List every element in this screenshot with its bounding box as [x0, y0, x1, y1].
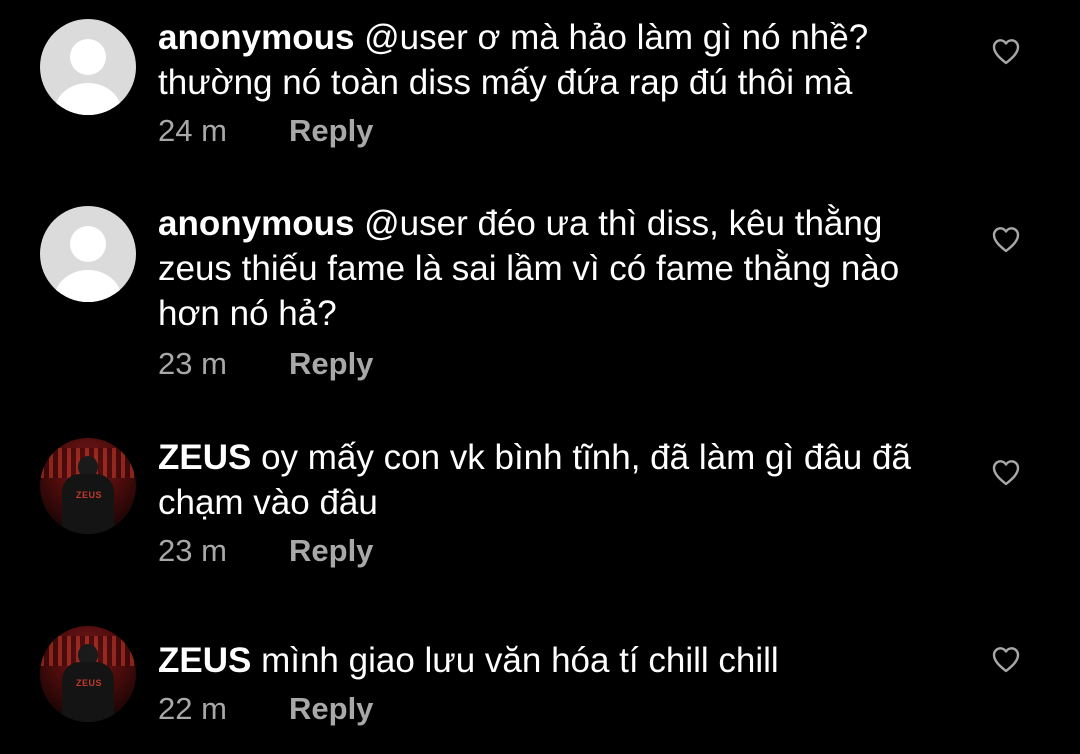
- comment-username[interactable]: anonymous: [158, 204, 354, 243]
- default-avatar-shoulders: [54, 270, 122, 302]
- avatar-jersey-text: ZEUS: [76, 490, 103, 500]
- comment-timestamp: 24 m: [158, 113, 227, 148]
- comment-username[interactable]: ZEUS: [158, 641, 251, 680]
- avatar[interactable]: ZEUS: [40, 438, 136, 534]
- avatar[interactable]: [40, 19, 136, 115]
- reply-button[interactable]: Reply: [289, 691, 373, 727]
- comment-meta: 23 m Reply: [158, 346, 373, 382]
- comment-text: anonymous @user đéo ưa thì diss, kêu thằ…: [158, 201, 918, 336]
- comment-timestamp: 23 m: [158, 533, 227, 568]
- comment-username[interactable]: ZEUS: [158, 438, 251, 477]
- comment-text: anonymous @user ơ mà hảo làm gì nó nhề? …: [158, 15, 948, 105]
- comment-timestamp: 23 m: [158, 346, 227, 381]
- reply-button[interactable]: Reply: [289, 533, 373, 569]
- comment-meta: 22 m Reply: [158, 691, 373, 727]
- avatar-photo-body: [62, 474, 114, 534]
- default-avatar-head: [70, 226, 106, 262]
- comment-username[interactable]: anonymous: [158, 18, 354, 57]
- avatar[interactable]: [40, 206, 136, 302]
- heart-outline-icon[interactable]: [989, 35, 1023, 67]
- reply-button[interactable]: Reply: [289, 113, 373, 149]
- avatar-jersey-text: ZEUS: [76, 678, 103, 688]
- comment-mention[interactable]: @user: [364, 18, 468, 57]
- comment-mention[interactable]: @user: [364, 204, 468, 243]
- default-avatar-shoulders: [54, 83, 122, 115]
- avatar-photo-body: [62, 662, 114, 722]
- comment-meta: 23 m Reply: [158, 533, 373, 569]
- comment-body: oy mấy con vk bình tĩnh, đã làm gì đâu đ…: [158, 438, 911, 522]
- heart-outline-icon[interactable]: [989, 643, 1023, 675]
- comment-text: ZEUS oy mấy con vk bình tĩnh, đã làm gì …: [158, 435, 948, 525]
- reply-button[interactable]: Reply: [289, 346, 373, 382]
- comment-timestamp: 22 m: [158, 691, 227, 726]
- comment-meta: 24 m Reply: [158, 113, 373, 149]
- avatar[interactable]: ZEUS: [40, 626, 136, 722]
- heart-outline-icon[interactable]: [989, 223, 1023, 255]
- comment-text: ZEUS mình giao lưu văn hóa tí chill chil…: [158, 638, 948, 683]
- heart-outline-icon[interactable]: [989, 456, 1023, 488]
- default-avatar-head: [70, 39, 106, 75]
- comment-body: mình giao lưu văn hóa tí chill chill: [251, 641, 779, 680]
